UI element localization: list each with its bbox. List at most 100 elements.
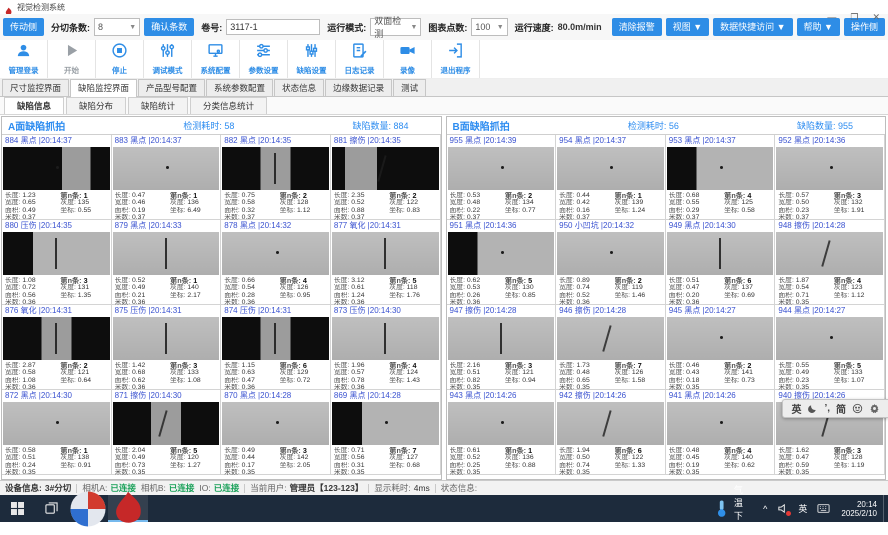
defect-cell[interactable]: 943 黑点 |20:14:26长度: 0.61宽度: 0.52面积: 0.25… <box>447 390 557 475</box>
task-view-button[interactable] <box>34 495 68 522</box>
defect-mark <box>55 238 57 268</box>
clear-alarm-button[interactable]: 清除报警 <box>612 18 662 36</box>
toolbar-button-params[interactable]: 参数设置 <box>240 40 288 78</box>
toolbar-button-record[interactable]: 录像 <box>384 40 432 78</box>
defect-cell[interactable]: 874 压伤 |20:14:31长度: 1.15宽度: 0.63面积: 0.47… <box>221 305 331 390</box>
info-row: 第n条: 3 <box>834 447 881 454</box>
defect-cell[interactable]: 873 压伤 |20:14:30长度: 1.96宽度: 0.57面积: 0.78… <box>331 305 441 390</box>
gear-icon[interactable] <box>869 403 880 414</box>
ime-punctuation[interactable]: ’, <box>824 403 830 414</box>
tab-main-5[interactable]: 边缘数据记录 <box>325 79 392 96</box>
emoji-icon[interactable] <box>852 403 863 414</box>
defect-cell[interactable]: 954 黑点 |20:14:37长度: 0.44宽度: 0.42面积: 0.16… <box>556 135 666 220</box>
defect-cell[interactable]: 881 擦伤 |20:14:35长度: 2.35宽度: 0.52面积: 0.88… <box>331 135 441 220</box>
weather-widget[interactable]: 气温下降 <box>705 483 758 535</box>
tab-sub-3[interactable]: 分类信息统计 <box>190 97 267 114</box>
defect-cell[interactable]: 948 擦伤 |20:14:28长度: 1.87宽度: 0.54面积: 0.71… <box>775 220 885 305</box>
defect-cell[interactable]: 955 黑点 |20:14:39长度: 0.53宽度: 0.48面积: 0.22… <box>447 135 557 220</box>
toolbar-button-log[interactable]: 日志记录 <box>336 40 384 78</box>
defect-cell[interactable]: 871 擦伤 |20:14:30长度: 2.04宽度: 0.49面积: 0.73… <box>112 390 222 475</box>
chart-points-select[interactable]: 100▼ <box>471 18 507 36</box>
tab-main-3[interactable]: 系统参数配置 <box>206 79 273 96</box>
defect-cell[interactable]: 880 压伤 |20:14:35长度: 1.08宽度: 0.72面积: 0.56… <box>2 220 112 305</box>
drive-side-button[interactable]: 传动侧 <box>3 18 44 36</box>
show-desktop-button[interactable] <box>883 495 888 522</box>
tab-main-6[interactable]: 测试 <box>393 79 426 96</box>
tab-sub-0[interactable]: 缺陷信息 <box>4 97 64 114</box>
defect-cell[interactable]: 879 黑点 |20:14:33长度: 0.52宽度: 0.49面积: 0.21… <box>112 220 222 305</box>
view-menu-button[interactable]: 视图 ▼ <box>666 18 709 36</box>
start-button[interactable] <box>0 495 34 522</box>
defect-cell[interactable]: 877 氧化 |20:14:31长度: 3.12宽度: 0.61面积: 1.24… <box>331 220 441 305</box>
tab-sub-2[interactable]: 缺陷统计 <box>128 97 188 114</box>
defect-mark <box>384 323 386 353</box>
toolbar-button-stop[interactable]: 停止 <box>96 40 144 78</box>
info-row: 灰度: 125 <box>724 199 771 206</box>
defect-cell[interactable]: 883 黑点 |20:14:37长度: 0.47宽度: 0.46面积: 0.19… <box>112 135 222 220</box>
keyboard-icon[interactable] <box>812 495 835 522</box>
run-mode-select[interactable]: 双面检测▼ <box>370 18 421 36</box>
defect-cell[interactable]: 944 黑点 |20:14:27长度: 0.55宽度: 0.49面积: 0.23… <box>775 305 885 390</box>
tab-main-2[interactable]: 产品型号配置 <box>138 79 205 96</box>
roll-number-input[interactable] <box>226 19 320 35</box>
info-row: 长度: 2.35 <box>334 192 389 199</box>
moon-icon[interactable] <box>807 403 818 414</box>
info-label: 长度: <box>224 277 241 284</box>
defect-info: 长度: 0.62宽度: 0.53面积: 0.26米数: 0.36第n条: 5灰度… <box>447 275 556 304</box>
tray-expand-chevron[interactable]: ^ <box>758 495 772 522</box>
info-label: 面积: <box>224 207 241 214</box>
maximize-button[interactable]: ❐ <box>850 12 858 22</box>
defect-cell[interactable]: 870 黑点 |20:14:28长度: 0.49宽度: 0.44面积: 0.17… <box>221 390 331 475</box>
defect-cell[interactable]: 875 压伤 |20:14:31长度: 1.42宽度: 0.68面积: 0.62… <box>112 305 222 390</box>
defect-cell[interactable]: 952 黑点 |20:14:36长度: 0.57宽度: 0.50面积: 0.23… <box>775 135 885 220</box>
info-value: 128 <box>297 199 308 206</box>
notification-tray-icon[interactable] <box>772 495 793 522</box>
defect-info-right: 第n条: 4灰度: 124坐标: 1.43 <box>389 362 436 389</box>
defect-cell[interactable]: 947 擦伤 |20:14:28长度: 2.16宽度: 0.51面积: 0.82… <box>447 305 557 390</box>
info-value: 1.08 <box>22 377 35 384</box>
minimize-button[interactable]: — <box>827 12 836 22</box>
toolbar-button-debug[interactable]: 调试模式 <box>144 40 192 78</box>
confirm-count-button[interactable]: 确认条数 <box>144 18 194 36</box>
toolbar-button-defect[interactable]: 缺陷设置 <box>288 40 336 78</box>
info-label: 灰度: <box>280 369 297 376</box>
ime-english-mode[interactable]: 英 <box>791 401 801 416</box>
defect-cell[interactable]: 872 黑点 |20:14:30长度: 0.58宽度: 0.51面积: 0.24… <box>2 390 112 475</box>
defect-cell[interactable]: 946 擦伤 |20:14:28长度: 1.73宽度: 0.48面积: 0.65… <box>556 305 666 390</box>
info-label: 灰度: <box>60 369 77 376</box>
defect-cell[interactable]: 950 小凹坑 |20:14:32长度: 0.89宽度: 0.74面积: 0.5… <box>556 220 666 305</box>
data-quick-access-button[interactable]: 数据快捷访问 ▼ <box>713 18 792 36</box>
info-value: 0.35 <box>132 469 145 476</box>
defect-cell[interactable]: 869 黑点 |20:14:28长度: 0.71宽度: 0.56面积: 0.31… <box>331 390 441 475</box>
taskbar-clock[interactable]: 20:14 2025/2/10 <box>835 500 883 518</box>
tab-main-1[interactable]: 缺陷监控界面 <box>70 79 137 97</box>
tab-main-0[interactable]: 尺寸监控界面 <box>2 79 69 96</box>
toolbar-button-user[interactable]: 管理登录 <box>0 40 48 78</box>
defect-cell[interactable]: 945 黑点 |20:14:27长度: 0.46宽度: 0.43面积: 0.18… <box>666 305 776 390</box>
ime-language-indicator[interactable]: 英 <box>793 495 812 522</box>
tab-main-4[interactable]: 状态信息 <box>274 79 324 96</box>
toolbar-button-exit[interactable]: 退出程序 <box>432 40 480 78</box>
taskbar-app-media[interactable] <box>68 495 108 522</box>
defect-cell[interactable]: 942 擦伤 |20:14:26长度: 1.94宽度: 0.50面积: 0.74… <box>556 390 666 475</box>
defect-cell[interactable]: 884 黑点 |20:14:37长度: 1.23宽度: 0.65面积: 0.49… <box>2 135 112 220</box>
info-row: 长度: 0.51 <box>669 277 724 284</box>
defect-cell[interactable]: 949 黑点 |20:14:30长度: 0.51宽度: 0.47面积: 0.20… <box>666 220 776 305</box>
defect-cell[interactable]: 951 黑点 |20:14:36长度: 0.62宽度: 0.53面积: 0.26… <box>447 220 557 305</box>
slit-count-select[interactable]: 8▼ <box>94 18 140 36</box>
toolbar-button-system[interactable]: 系统配置 <box>192 40 240 78</box>
close-button[interactable]: ✕ <box>872 12 880 22</box>
defect-cell[interactable]: 878 黑点 |20:14:32长度: 0.66宽度: 0.54面积: 0.28… <box>221 220 331 305</box>
ime-simplified-mode[interactable]: 简 <box>836 401 846 416</box>
info-value: 0.73 <box>742 377 755 384</box>
toolbar-button-play[interactable]: 开始 <box>48 40 96 78</box>
defect-cell[interactable]: 941 黑点 |20:14:26长度: 0.48宽度: 0.45面积: 0.19… <box>666 390 776 475</box>
info-row: 宽度: 0.48 <box>450 199 505 206</box>
tab-sub-1[interactable]: 缺陷分布 <box>66 97 126 114</box>
info-value: 0.23 <box>796 207 809 214</box>
defect-cell[interactable]: 876 氧化 |20:14:31长度: 2.87宽度: 0.58面积: 1.08… <box>2 305 112 390</box>
defect-cell[interactable]: 953 黑点 |20:14:37长度: 0.68宽度: 0.55面积: 0.29… <box>666 135 776 220</box>
taskbar-app-inspection[interactable] <box>108 495 148 522</box>
defect-cell[interactable]: 882 黑点 |20:14:35长度: 0.75宽度: 0.58面积: 0.32… <box>221 135 331 220</box>
info-value: 0.49 <box>22 207 35 214</box>
